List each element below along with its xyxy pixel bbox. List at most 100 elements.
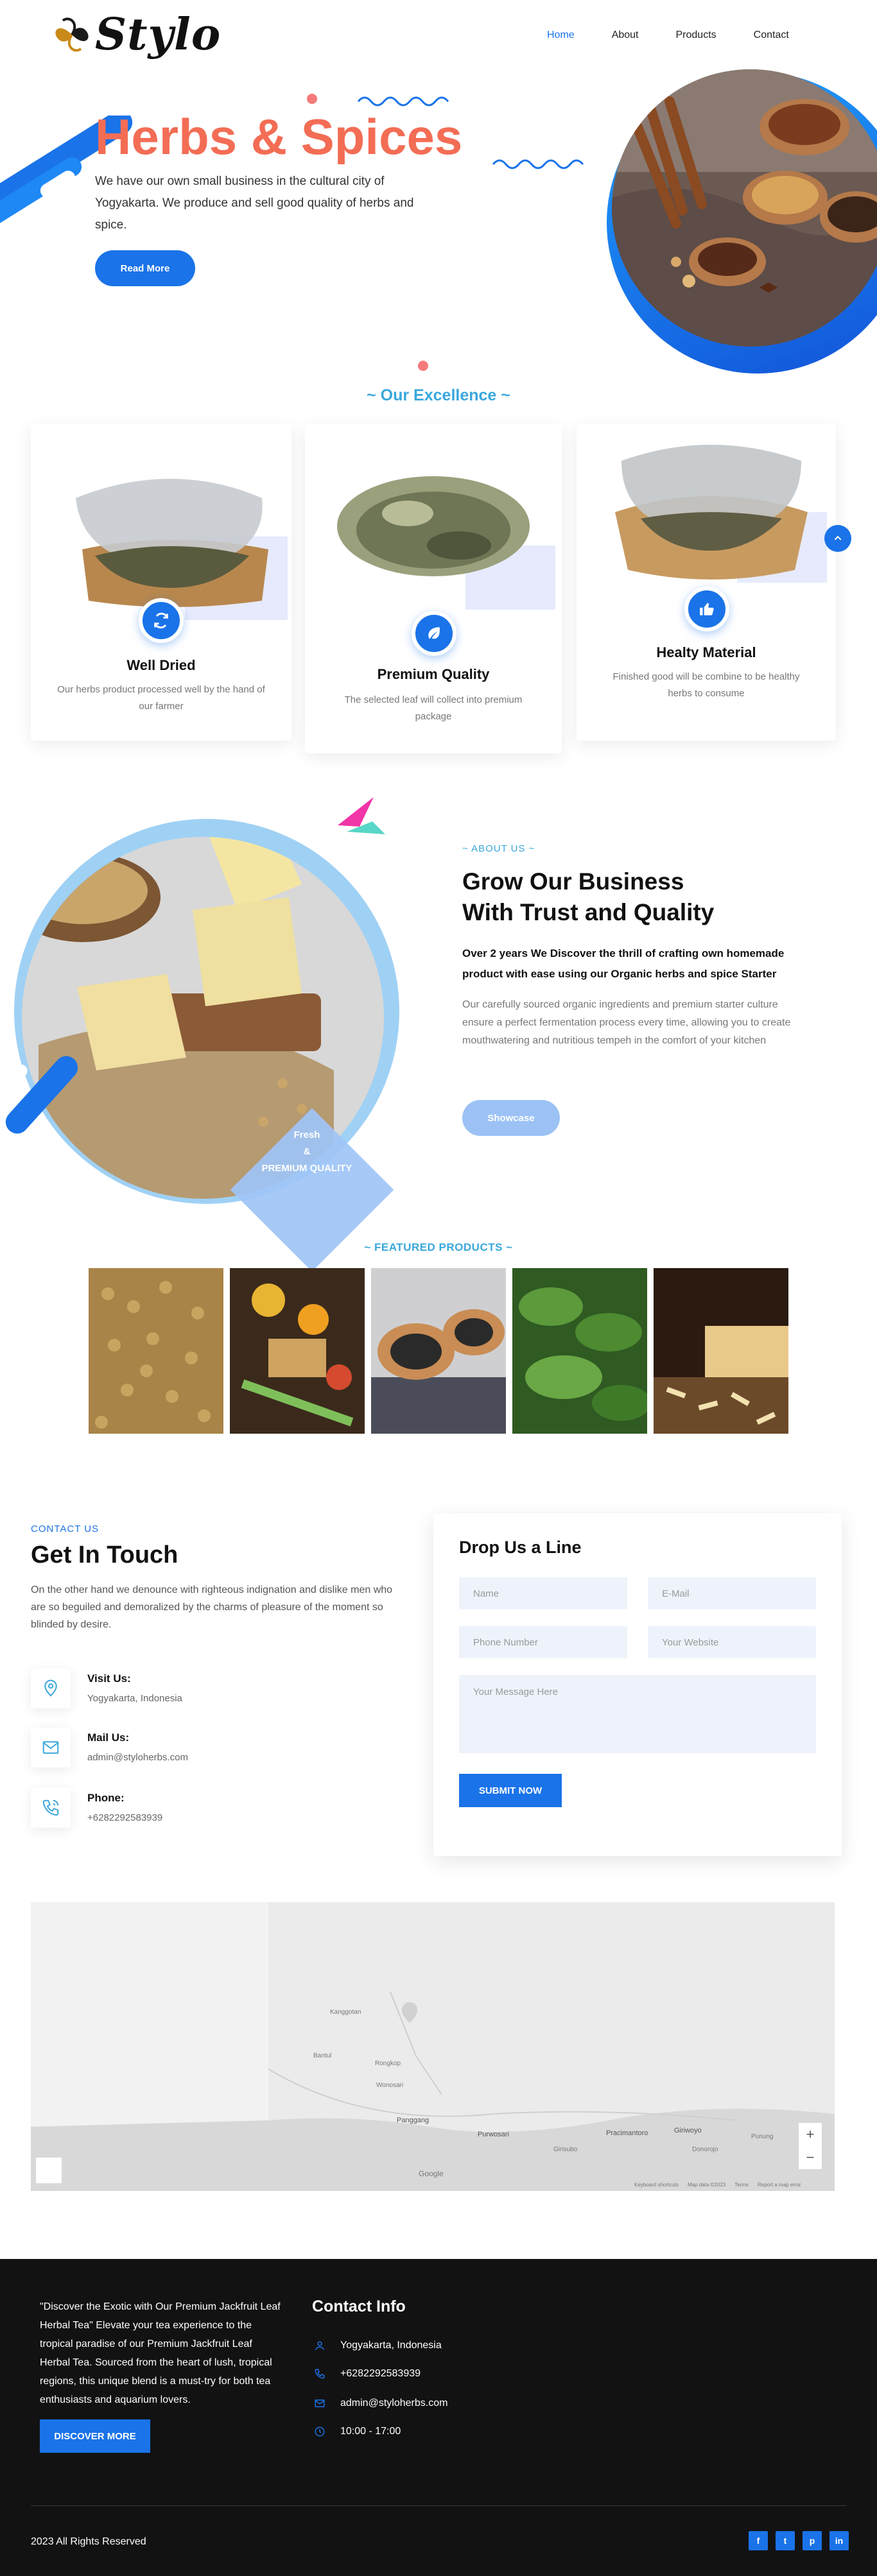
map-label-bantul: Bantul	[313, 2052, 332, 2059]
phone-input[interactable]: Phone Number	[459, 1626, 627, 1658]
map-pin-icon	[31, 1669, 71, 1708]
submit-button[interactable]: SUBMIT NOW	[459, 1774, 562, 1807]
footer-phone-text[interactable]: +6282292583939	[340, 2368, 421, 2380]
about-triangle-decoration	[338, 797, 385, 834]
name-input[interactable]: Name	[459, 1577, 627, 1610]
contact-form: Drop Us a Line Name E-Mail Phone Number …	[433, 1513, 842, 1856]
thumbs-up-icon	[684, 587, 729, 631]
nav-about[interactable]: About	[612, 30, 639, 41]
product-tempeh-dish-image[interactable]	[230, 1268, 365, 1434]
main-nav: Home About Products Contact	[547, 30, 826, 41]
map-label-panggang: Panggang	[397, 2117, 430, 2124]
excellence-card-healty-material: Healty Material Finished good will be co…	[577, 424, 836, 741]
about-title: Grow Our Business With Trust and Quality	[462, 866, 714, 928]
about-body-text: Our carefully sourced organic ingredient…	[462, 999, 791, 1046]
discover-more-button[interactable]: DISCOVER MORE	[40, 2419, 150, 2453]
card-text-healty-material: Finished good will be combine to be heal…	[612, 671, 800, 699]
google-map[interactable]: Panggang Purwosari Pracimantoro Giriwoyo…	[31, 1902, 835, 2191]
phone-value[interactable]: +6282292583939	[87, 1812, 162, 1823]
nav-contact[interactable]: Contact	[754, 30, 789, 41]
footer-contact-title: Contact Info	[312, 2297, 406, 2315]
about-title-line2: With Trust and Quality	[462, 899, 715, 925]
map-label-purwosari: Purwosari	[478, 2131, 509, 2138]
map-data-text: Map data ©2023	[687, 2182, 726, 2188]
contact-mail: Mail Us: admin@styloherbs.com	[31, 1728, 188, 1767]
nav-home[interactable]: Home	[547, 30, 575, 41]
map-label-donorojo: Donorojo	[692, 2146, 718, 2153]
excellence-title: ~ Our Excellence ~	[367, 386, 510, 404]
footer-quote: "Discover the Exotic with Our Premium Ja…	[40, 2301, 281, 2405]
scroll-to-top-button[interactable]	[824, 525, 851, 552]
map-report-error-link[interactable]: Report a map error	[758, 2182, 801, 2188]
linkedin-icon[interactable]: in	[829, 2531, 849, 2550]
email-input[interactable]: E-Mail	[648, 1577, 816, 1610]
map-label-kanggotan: Kanggotan	[330, 2009, 361, 2016]
featured-products-title: ~ FEATURED PRODUCTS ~	[364, 1241, 513, 1253]
hero-title: Herbs & Spices	[95, 108, 463, 165]
contact-title: Get In Touch	[31, 1541, 178, 1568]
hero-dot-decoration	[307, 94, 317, 104]
message-textarea[interactable]: Your Message Here	[459, 1675, 816, 1753]
about-title-line1: Grow Our Business	[462, 868, 684, 895]
copyright: 2023 All Rights Reserved	[31, 2536, 146, 2547]
map-keyboard-shortcuts-link[interactable]: Keyboard shortcuts	[634, 2182, 679, 2188]
contact-phone: Phone: +6282292583939	[31, 1788, 162, 1828]
featured-products-gallery	[89, 1268, 788, 1434]
map-zoom-out-button[interactable]: −	[799, 2146, 822, 2169]
facebook-icon[interactable]: f	[749, 2531, 768, 2550]
spices-photo	[612, 69, 877, 347]
nav-products[interactable]: Products	[676, 30, 716, 41]
card-title-premium-quality: Premium Quality	[377, 666, 490, 682]
logo-text: Stylo	[95, 9, 221, 60]
premium-leaves-image	[337, 476, 555, 610]
phone-icon	[312, 2368, 327, 2380]
map-label-giriwoyo: Giriwoyo	[674, 2127, 702, 2134]
map-label-rongkop: Rongkop	[375, 2060, 401, 2067]
page: Stylo Home About Products Contact Herbs …	[0, 0, 877, 2576]
about-label: ~ ABOUT US ~	[462, 843, 535, 854]
visit-value: Yogyakarta, Indonesia	[87, 1693, 182, 1704]
refresh-icon	[139, 598, 184, 643]
map-zoom-in-button[interactable]: +	[799, 2123, 822, 2146]
about-highlight-text: Over 2 years We Discover the thrill of c…	[462, 947, 785, 980]
excellence-card-well-dried: Well Dried Our herbs product processed w…	[31, 424, 291, 741]
map-terms-link[interactable]: Terms	[734, 2182, 749, 2188]
form-title: Drop Us a Line	[459, 1538, 582, 1557]
logo[interactable]: Stylo	[46, 9, 221, 60]
hero-description: We have our own small business in the cu…	[95, 175, 414, 232]
footer-phone: +6282292583939	[312, 2368, 421, 2380]
fresh-badge: Fresh & PREMIUM QUALITY	[244, 1127, 370, 1177]
product-green-leaves-image[interactable]	[512, 1268, 647, 1434]
map-attribution: Keyboard shortcuts Map data ©2023 Terms …	[634, 2182, 801, 2188]
leaf-icon	[412, 611, 456, 656]
footer-email-text[interactable]: admin@styloherbs.com	[340, 2398, 447, 2409]
logo-swirl-icon	[55, 17, 89, 52]
user-icon	[312, 2340, 327, 2351]
envelope-icon	[31, 1728, 71, 1767]
envelope-icon	[312, 2398, 327, 2409]
website-input[interactable]: Your Website	[648, 1626, 816, 1658]
dried-herbs-image	[76, 479, 288, 620]
product-soybeans-image[interactable]	[89, 1268, 223, 1434]
pinterest-icon[interactable]: p	[803, 2531, 822, 2550]
card-title-healty-material: Healty Material	[656, 644, 756, 660]
badge-ampersand-text: &	[303, 1146, 311, 1157]
mail-value[interactable]: admin@styloherbs.com	[87, 1752, 188, 1763]
product-rolls-image[interactable]	[371, 1268, 506, 1434]
badge-fresh-text: Fresh	[293, 1129, 320, 1140]
showcase-button[interactable]: Showcase	[462, 1100, 560, 1136]
map-label-pracimantoro: Pracimantoro	[606, 2129, 648, 2137]
card-text-premium-quality: The selected leaf will collect into prem…	[344, 694, 523, 722]
badge-premium-text: PREMIUM QUALITY	[261, 1163, 352, 1174]
header: Stylo Home About Products Contact	[0, 0, 877, 71]
footer-address-text: Yogyakarta, Indonesia	[340, 2340, 442, 2351]
map-label-punung: Punung	[751, 2133, 774, 2140]
product-tempeh-blocks-image[interactable]	[654, 1268, 788, 1434]
google-logo: Google	[419, 2169, 444, 2178]
twitter-icon[interactable]: t	[776, 2531, 795, 2550]
excellence-dot-decoration	[418, 361, 428, 371]
contact-label: CONTACT US	[31, 1524, 100, 1534]
contact-text: On the other hand we denounce with right…	[31, 1584, 393, 1630]
read-more-button[interactable]: Read More	[95, 250, 195, 286]
footer-hours: 10:00 - 17:00	[312, 2426, 401, 2437]
